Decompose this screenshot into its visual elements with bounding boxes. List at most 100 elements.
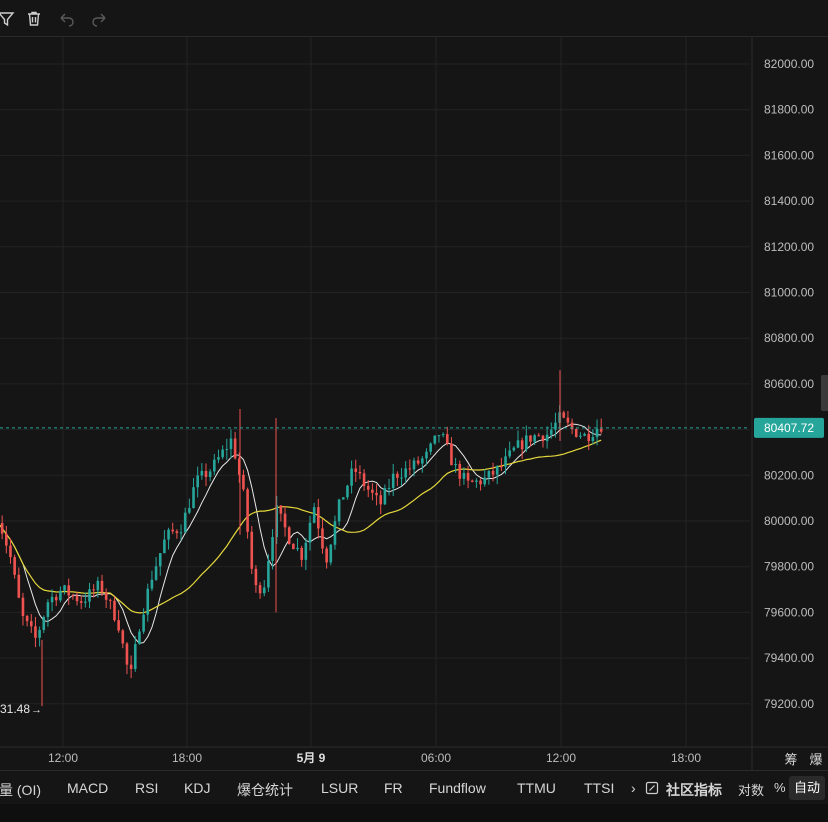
time-axis[interactable]: 12:00 18:00 5月 9 06:00 12:00 18:00 筹爆 bbox=[0, 746, 828, 768]
indicator-kdj[interactable]: KDJ bbox=[184, 780, 210, 796]
candle bbox=[591, 429, 595, 445]
candle bbox=[104, 588, 108, 608]
candle bbox=[570, 418, 574, 435]
candle-body bbox=[599, 428, 603, 432]
indicator-oi[interactable]: 量 (OI) bbox=[0, 780, 41, 800]
candle-body bbox=[541, 435, 545, 442]
candle bbox=[63, 584, 66, 595]
candle bbox=[304, 538, 308, 571]
candle-body bbox=[549, 429, 553, 435]
candle-body bbox=[42, 617, 46, 630]
candle-body bbox=[100, 580, 104, 593]
candle-body bbox=[158, 553, 162, 567]
candle-body bbox=[387, 487, 391, 489]
candle bbox=[196, 466, 199, 498]
candle-body bbox=[574, 429, 578, 437]
candle bbox=[5, 525, 8, 554]
candle bbox=[109, 598, 112, 610]
candle bbox=[38, 626, 41, 647]
candle-body bbox=[429, 443, 432, 452]
candle bbox=[59, 586, 62, 603]
indicator-fundflow[interactable]: Fundflow bbox=[429, 780, 486, 796]
candle-body bbox=[412, 460, 416, 470]
candle-body bbox=[279, 505, 283, 514]
candle bbox=[233, 431, 237, 460]
time-tick-label: 18:00 bbox=[172, 751, 202, 765]
candle bbox=[583, 432, 586, 437]
candle bbox=[441, 432, 445, 438]
auto-scale-toggle[interactable]: 自动 bbox=[789, 776, 825, 800]
price-tick-label: 81800.00 bbox=[764, 103, 814, 117]
candle-body bbox=[508, 450, 511, 457]
price-axis[interactable]: 82000.00 81800.00 81600.00 81400.00 81200.00… bbox=[751, 37, 814, 770]
log-scale-toggle[interactable]: 对数 bbox=[738, 780, 764, 799]
price-scale-handle[interactable] bbox=[821, 375, 828, 411]
candle-body bbox=[391, 473, 395, 488]
undo-icon[interactable] bbox=[57, 9, 77, 29]
candle-body bbox=[458, 463, 462, 479]
candle bbox=[79, 595, 83, 610]
chips-toggle[interactable]: 筹 bbox=[784, 752, 797, 768]
percent-scale-toggle[interactable]: % bbox=[774, 780, 786, 795]
candle bbox=[408, 459, 412, 476]
candle bbox=[117, 609, 120, 633]
candle-body bbox=[200, 470, 204, 476]
price-tick-label: 80200.00 bbox=[764, 468, 814, 482]
candle-body bbox=[450, 443, 453, 466]
candle bbox=[258, 582, 262, 599]
candle-body bbox=[595, 428, 599, 438]
indicator-ttsi[interactable]: TTSI bbox=[584, 780, 614, 796]
price-tick-label: 79400.00 bbox=[764, 651, 814, 665]
indicator-lsur[interactable]: LSUR bbox=[321, 780, 358, 796]
candle bbox=[179, 524, 183, 541]
candle bbox=[113, 596, 116, 622]
candle-body bbox=[516, 440, 520, 448]
time-tick-label: 12:00 bbox=[546, 751, 576, 765]
indicator-rsi[interactable]: RSI bbox=[135, 780, 158, 796]
candle bbox=[325, 546, 328, 569]
time-tick-label: 12:00 bbox=[48, 751, 78, 765]
candle-body bbox=[304, 542, 308, 560]
trash-icon[interactable] bbox=[24, 9, 44, 29]
candle-body bbox=[312, 507, 316, 523]
candle-body bbox=[63, 585, 66, 591]
community-indicators-button[interactable]: 社区指标 bbox=[666, 780, 722, 800]
candle-body bbox=[566, 417, 570, 423]
candle-body bbox=[88, 589, 91, 602]
candle-body bbox=[254, 568, 258, 586]
more-indicators-icon[interactable]: › bbox=[631, 780, 636, 796]
price-chart[interactable]: 82000.00 81800.00 81600.00 81400.00 81200.00… bbox=[0, 37, 828, 770]
candle bbox=[242, 469, 245, 492]
candle bbox=[279, 505, 283, 522]
candle bbox=[341, 497, 345, 500]
edit-icon[interactable] bbox=[645, 781, 659, 795]
candle-body bbox=[96, 580, 100, 591]
candle bbox=[516, 430, 520, 449]
redo-icon[interactable] bbox=[89, 9, 109, 29]
liquidation-toggle[interactable]: 爆 bbox=[809, 753, 822, 768]
candle bbox=[566, 410, 570, 428]
price-tick-label: 81400.00 bbox=[764, 194, 814, 208]
filter-icon[interactable] bbox=[0, 9, 16, 29]
candle-body bbox=[208, 471, 212, 478]
candle-body bbox=[491, 470, 495, 475]
candle bbox=[500, 457, 503, 472]
candle-body bbox=[346, 485, 349, 498]
candle-body bbox=[38, 629, 41, 638]
indicator-liquidation[interactable]: 爆仓统计 bbox=[237, 780, 293, 800]
candle bbox=[296, 538, 299, 552]
indicator-ttmu[interactable]: TTMU bbox=[517, 780, 556, 796]
candle-body bbox=[333, 521, 337, 545]
candle-body bbox=[267, 560, 270, 588]
candle-body bbox=[71, 595, 75, 597]
indicator-macd[interactable]: MACD bbox=[67, 780, 108, 796]
candle-body bbox=[416, 460, 420, 464]
candle-body bbox=[204, 470, 208, 478]
candle-body bbox=[79, 601, 83, 603]
candle bbox=[462, 467, 466, 485]
candle bbox=[329, 543, 333, 566]
candle bbox=[383, 484, 387, 506]
indicator-fr[interactable]: FR bbox=[384, 780, 403, 796]
candle bbox=[350, 460, 353, 494]
candle-body bbox=[495, 466, 499, 475]
